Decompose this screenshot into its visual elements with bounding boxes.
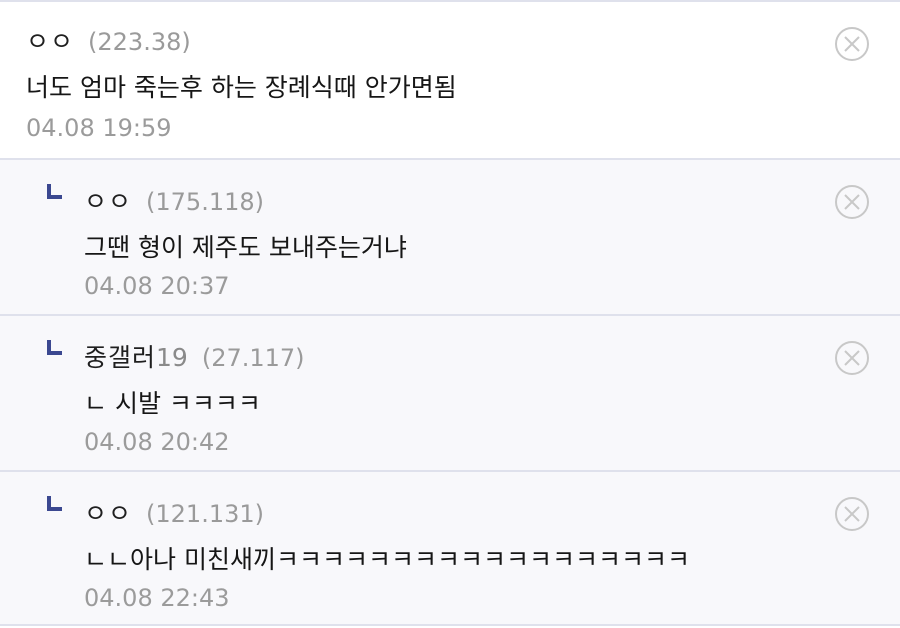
nickname[interactable]: ㅇㅇ [84,182,132,218]
close-circle-icon [835,497,869,531]
reply-arrow-icon [47,184,62,199]
delete-comment-button[interactable] [834,496,870,532]
close-circle-icon [835,341,869,375]
reply-item: ㅇㅇ (121.131) ㄴㄴ아나 미친새끼ㅋㅋㅋㅋㅋㅋㅋㅋㅋㅋㅋㅋㅋㅋㅋㅋㅋㅋ… [0,470,900,626]
comment-date: 04.08 20:42 [84,428,230,456]
comment-header: ㅇㅇ (175.118) [84,182,264,218]
close-circle-icon [835,27,869,61]
delete-comment-button[interactable] [834,340,870,376]
comment-date: 04.08 20:37 [84,272,230,300]
comment-date: 04.08 22:43 [84,584,230,612]
comment-header: ㅇㅇ (223.38) [26,22,191,58]
delete-comment-button[interactable] [834,26,870,62]
comment-text: 그땐 형이 제주도 보내주는거냐 [84,233,407,262]
ip-address: (175.118) [146,188,264,216]
ip-address: (27.117) [201,344,305,372]
ip-address: (223.38) [88,28,191,56]
delete-comment-button[interactable] [834,184,870,220]
comment-item: ㅇㅇ (223.38) 너도 엄마 죽는후 하는 장례식때 안가면됨 04.08… [0,0,900,158]
close-circle-icon [835,185,869,219]
comment-text: ㄴ 시발 ㅋㅋㅋㅋ [84,389,261,418]
nickname[interactable]: ㅇㅇ [84,494,132,530]
comment-text: ㄴㄴ아나 미친새끼ㅋㅋㅋㅋㅋㅋㅋㅋㅋㅋㅋㅋㅋㅋㅋㅋㅋㅋ [84,545,690,574]
comment-header: ㅇㅇ (121.131) [84,494,264,530]
reply-arrow-icon [47,496,62,511]
reply-item: ㅇㅇ (175.118) 그땐 형이 제주도 보내주는거냐 04.08 20:3… [0,158,900,314]
reply-arrow-icon [47,340,62,355]
nickname[interactable]: 중갤러 [84,338,156,374]
ip-address: (121.131) [146,500,264,528]
comment-text: 너도 엄마 죽는후 하는 장례식때 안가면됨 [26,73,457,102]
nickname[interactable]: ㅇㅇ [26,22,74,58]
comment-list: ㅇㅇ (223.38) 너도 엄마 죽는후 하는 장례식때 안가면됨 04.08… [0,0,900,626]
nickname-suffix: 19 [156,343,188,372]
comment-header: 중갤러 19 (27.117) [84,338,305,374]
comment-date: 04.08 19:59 [26,114,172,142]
reply-item: 중갤러 19 (27.117) ㄴ 시발 ㅋㅋㅋㅋ 04.08 20:42 [0,314,900,470]
